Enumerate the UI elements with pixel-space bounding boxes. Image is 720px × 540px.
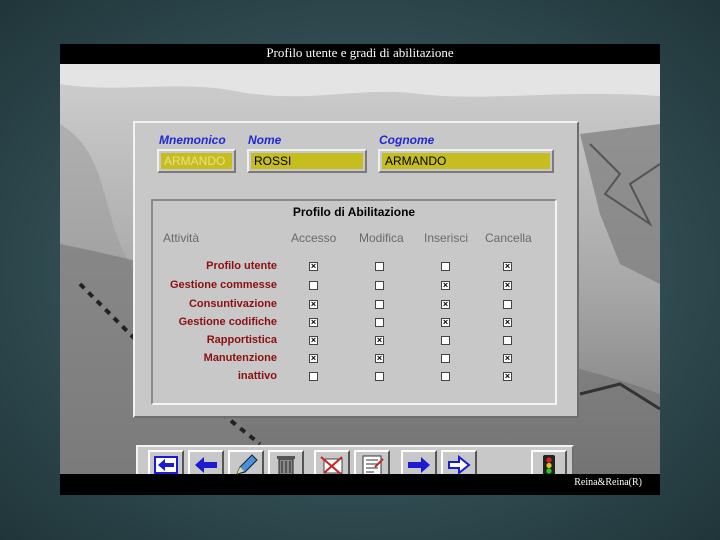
profilo-abilitazione-group: Profilo di Abilitazione Attività Accesso… xyxy=(151,199,557,405)
checkbox-modifica-row-2[interactable] xyxy=(375,281,384,290)
trash-icon xyxy=(277,456,295,474)
row-label-gestione-commesse: Gestione commesse xyxy=(170,279,277,291)
checkbox-cancella-row-7[interactable]: × xyxy=(503,372,512,381)
landscape-background: Mnemonico Nome Cognome ARMANDO ROSSI ARM… xyxy=(60,64,660,474)
checkbox-inserisci-row-3[interactable]: × xyxy=(441,300,450,309)
checkbox-cancella-row-5[interactable] xyxy=(503,336,512,345)
checkbox-cancella-row-1[interactable]: × xyxy=(503,262,512,271)
checkbox-modifica-row-5[interactable]: × xyxy=(375,336,384,345)
last-arrow-icon xyxy=(448,454,471,474)
checkbox-inserisci-row-4[interactable]: × xyxy=(441,318,450,327)
column-header-inserisci: Inserisci xyxy=(424,231,469,245)
mnemonico-label: Mnemonico xyxy=(159,133,226,147)
checkbox-accesso-row-4[interactable]: × xyxy=(309,318,318,327)
traffic-light-icon xyxy=(543,455,555,474)
checkbox-inserisci-row-6[interactable] xyxy=(441,354,450,363)
checkbox-modifica-row-6[interactable]: × xyxy=(375,354,384,363)
checkbox-accesso-row-7[interactable] xyxy=(309,372,318,381)
nome-field[interactable]: ROSSI xyxy=(247,149,367,173)
row-label-rapportistica: Rapportistica xyxy=(206,334,277,346)
checkbox-inserisci-row-2[interactable]: × xyxy=(441,281,450,290)
forward-arrow-icon xyxy=(408,457,430,473)
row-label-inattivo: inattivo xyxy=(237,370,277,382)
navigation-toolbar xyxy=(136,445,574,474)
row-label-manutenzione: Manutenzione xyxy=(203,352,277,364)
column-header-modifica: Modifica xyxy=(359,231,404,245)
row-label-profilo-utente: Profilo utente xyxy=(206,260,277,272)
previous-record-button[interactable] xyxy=(188,450,224,474)
checkbox-inserisci-row-7[interactable] xyxy=(441,372,450,381)
row-label-gestione-codifiche: Gestione codifiche xyxy=(178,316,277,328)
back-arrow-icon xyxy=(195,457,217,473)
checkbox-accesso-row-3[interactable]: × xyxy=(309,300,318,309)
nome-value: ROSSI xyxy=(251,153,363,169)
nome-label: Nome xyxy=(248,133,282,147)
exit-button[interactable] xyxy=(531,450,567,474)
column-header-cancella: Cancella xyxy=(485,231,532,245)
mnemonico-field[interactable]: ARMANDO xyxy=(157,149,236,173)
window-footer: Reina&Reina(R) xyxy=(60,474,660,495)
application-window: Profilo utente e gradi di abilitazione M… xyxy=(60,44,660,495)
form-button[interactable] xyxy=(354,450,390,474)
cancel-button[interactable] xyxy=(314,450,350,474)
profilo-title: Profilo di Abilitazione xyxy=(292,205,416,219)
pen-icon xyxy=(236,454,258,474)
checkbox-inserisci-row-1[interactable] xyxy=(441,262,450,271)
first-record-button[interactable] xyxy=(148,450,184,474)
cognome-label: Cognome xyxy=(379,133,435,147)
checkbox-accesso-row-5[interactable]: × xyxy=(309,336,318,345)
first-arrow-icon xyxy=(154,456,178,474)
column-header-attivita: Attività xyxy=(163,231,200,245)
checkbox-accesso-row-1[interactable]: × xyxy=(309,262,318,271)
window-title: Profilo utente e gradi di abilitazione xyxy=(60,44,660,64)
mnemonico-value: ARMANDO xyxy=(161,153,232,169)
form-icon xyxy=(362,455,384,474)
last-record-button[interactable] xyxy=(441,450,477,474)
checkbox-inserisci-row-5[interactable] xyxy=(441,336,450,345)
user-profile-panel: Mnemonico Nome Cognome ARMANDO ROSSI ARM… xyxy=(133,121,579,418)
crossed-card-icon xyxy=(320,456,343,474)
checkbox-modifica-row-4[interactable] xyxy=(375,318,384,327)
column-header-accesso: Accesso xyxy=(291,231,337,245)
checkbox-cancella-row-2[interactable]: × xyxy=(503,281,512,290)
checkbox-modifica-row-1[interactable] xyxy=(375,262,384,271)
next-record-button[interactable] xyxy=(401,450,437,474)
row-label-consuntivazione: Consuntivazione xyxy=(188,298,277,310)
checkbox-modifica-row-7[interactable] xyxy=(375,372,384,381)
checkbox-cancella-row-6[interactable]: × xyxy=(503,354,512,363)
footer-credit: Reina&Reina(R) xyxy=(574,477,642,488)
delete-button[interactable] xyxy=(268,450,304,474)
cognome-value: ARMANDO xyxy=(382,153,550,169)
checkbox-cancella-row-4[interactable]: × xyxy=(503,318,512,327)
checkbox-accesso-row-6[interactable]: × xyxy=(309,354,318,363)
checkbox-accesso-row-2[interactable] xyxy=(309,281,318,290)
checkbox-modifica-row-3[interactable] xyxy=(375,300,384,309)
edit-button[interactable] xyxy=(228,450,264,474)
checkbox-cancella-row-3[interactable] xyxy=(503,300,512,309)
cognome-field[interactable]: ARMANDO xyxy=(378,149,554,173)
